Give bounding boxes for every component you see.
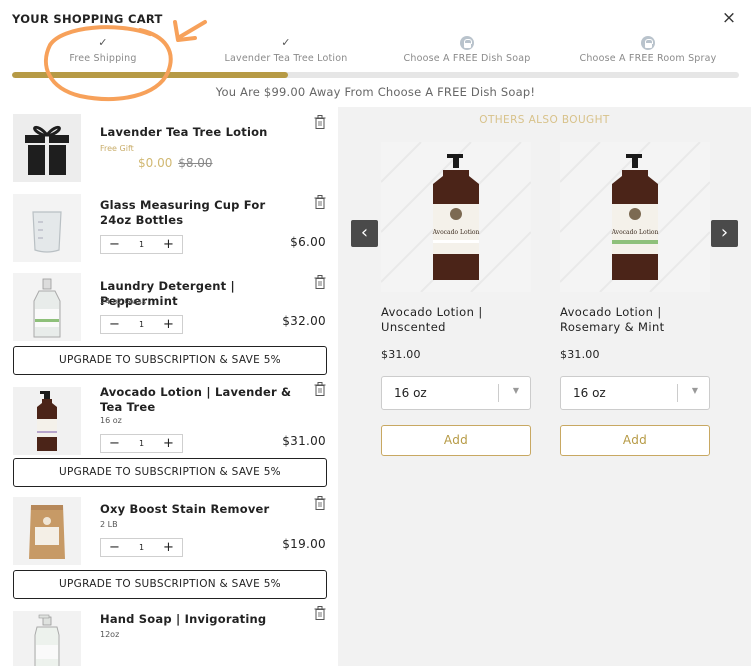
- carousel-next-button[interactable]: ›: [711, 220, 738, 247]
- quantity-stepper: − 1 +: [100, 434, 183, 453]
- quantity-stepper: − 1 +: [100, 235, 183, 254]
- check-icon: ✓: [98, 36, 108, 49]
- step-label: Choose A FREE Dish Soap: [403, 53, 531, 64]
- carousel-prev-button[interactable]: ‹: [351, 220, 378, 247]
- stain-remover-bag-image: [13, 497, 81, 565]
- decrement-button[interactable]: −: [101, 236, 128, 253]
- item-price: $32.00: [282, 314, 326, 328]
- step-label: Lavender Tea Tree Lotion: [224, 53, 348, 64]
- check-icon: ✓: [281, 36, 291, 49]
- item-name[interactable]: Glass Measuring Cup For 24oz Bottles: [100, 198, 300, 228]
- increment-button[interactable]: +: [155, 435, 182, 452]
- lock-icon: [641, 36, 655, 50]
- reward-progress-bar: [12, 72, 739, 78]
- step-label: Choose A FREE Room Spray: [579, 53, 717, 64]
- step-label: Free Shipping: [69, 53, 137, 64]
- product-image[interactable]: Avocado Lotion: [381, 142, 531, 292]
- product-name[interactable]: Avocado Lotion | Unscented: [381, 305, 531, 335]
- product-price: $31.00: [560, 348, 600, 361]
- step-free-shipping: ✓ Free Shipping: [48, 36, 158, 64]
- trash-icon[interactable]: [314, 195, 326, 209]
- item-name[interactable]: Oxy Boost Stain Remover: [100, 502, 300, 517]
- trash-icon[interactable]: [314, 115, 326, 129]
- item-price: $6.00: [290, 235, 326, 249]
- cart-item: Hand Soap | Invigorating 12oz: [0, 606, 338, 666]
- item-price: $31.00: [282, 434, 326, 448]
- lock-icon: [460, 36, 474, 50]
- item-subtitle: Free Gift: [100, 144, 134, 153]
- progress-fill: [12, 72, 289, 78]
- item-subtitle: 12oz: [100, 630, 120, 639]
- size-select[interactable]: 16 oz ▼: [381, 376, 531, 410]
- upgrade-subscription-button[interactable]: UPGRADE TO SUBSCRIPTION & SAVE 5%: [13, 570, 327, 599]
- lotion-bottle-image: [13, 387, 81, 455]
- cart-item: Glass Measuring Cup For 24oz Bottles − 1…: [0, 187, 338, 267]
- recommendations-panel: OTHERS ALSO BOUGHT ‹ › Avocado Lotion Av…: [338, 107, 751, 666]
- item-name[interactable]: Lavender Tea Tree Lotion: [100, 125, 300, 140]
- add-to-cart-button[interactable]: Add: [560, 425, 710, 456]
- trash-icon[interactable]: [314, 496, 326, 510]
- product-image[interactable]: Avocado Lotion: [560, 142, 710, 292]
- chevron-down-icon: ▼: [691, 386, 698, 395]
- quantity-value[interactable]: 1: [128, 543, 155, 552]
- add-to-cart-button[interactable]: Add: [381, 425, 531, 456]
- cart-title: YOUR SHOPPING CART: [12, 12, 163, 26]
- product-name[interactable]: Avocado Lotion | Rosemary & Mint: [560, 305, 710, 335]
- quantity-value[interactable]: 1: [128, 240, 155, 249]
- cart-items-list[interactable]: Lavender Tea Tree Lotion Free Gift $0.00…: [0, 107, 338, 666]
- increment-button[interactable]: +: [155, 236, 182, 253]
- reward-steps: ✓ Free Shipping ✓ Lavender Tea Tree Loti…: [0, 36, 751, 70]
- size-select[interactable]: 16 oz ▼: [560, 376, 710, 410]
- select-divider: [677, 384, 678, 402]
- chevron-down-icon: ▼: [512, 386, 519, 395]
- detergent-bottle-image: [13, 273, 81, 341]
- trash-icon[interactable]: [314, 606, 326, 620]
- product-card: Avocado Lotion Avocado Lotion | Unscente…: [381, 142, 531, 456]
- bottle-label-text: Avocado Lotion: [432, 229, 480, 236]
- decrement-button[interactable]: −: [101, 539, 128, 556]
- close-button[interactable]: ×: [721, 10, 737, 27]
- trash-icon[interactable]: [314, 275, 326, 289]
- increment-button[interactable]: +: [155, 539, 182, 556]
- quantity-stepper: − 1 +: [100, 315, 183, 334]
- cart-item: Laundry Detergent | Peppermint 24 oz Gla…: [0, 267, 338, 347]
- upgrade-subscription-button[interactable]: UPGRADE TO SUBSCRIPTION & SAVE 5%: [13, 346, 327, 375]
- decrement-button[interactable]: −: [101, 316, 128, 333]
- price-now: $0.00: [138, 156, 173, 170]
- cart-item: Avocado Lotion | Lavender & Tea Tree 16 …: [0, 380, 338, 470]
- step-room-spray: Choose A FREE Room Spray: [573, 36, 723, 64]
- product-price: $31.00: [381, 348, 421, 361]
- recommendations-title: OTHERS ALSO BOUGHT: [479, 114, 610, 126]
- step-dish-soap: Choose A FREE Dish Soap: [397, 36, 537, 64]
- item-subtitle: 2 LB: [100, 520, 118, 529]
- cart-item: Oxy Boost Stain Remover 2 LB − 1 + $19.0…: [0, 494, 338, 576]
- cart-item: Lavender Tea Tree Lotion Free Gift $0.00…: [0, 107, 338, 187]
- item-subtitle: 24 oz Glass: [100, 297, 147, 306]
- away-message: You Are $99.00 Away From Choose A FREE D…: [215, 85, 536, 99]
- gift-price: $0.00 $8.00: [138, 156, 213, 170]
- gift-box-image: [13, 114, 81, 182]
- increment-button[interactable]: +: [155, 316, 182, 333]
- bottle-label-text: Avocado Lotion: [611, 229, 659, 236]
- item-name[interactable]: Hand Soap | Invigorating: [100, 612, 300, 627]
- price-was: $8.00: [178, 156, 213, 170]
- size-select-value: 16 oz: [573, 386, 606, 400]
- decrement-button[interactable]: −: [101, 435, 128, 452]
- item-price: $19.00: [282, 537, 326, 551]
- item-name[interactable]: Avocado Lotion | Lavender & Tea Tree: [100, 385, 300, 415]
- cart-header: YOUR SHOPPING CART ×: [0, 0, 751, 40]
- quantity-stepper: − 1 +: [100, 538, 183, 557]
- step-lavender-lotion: ✓ Lavender Tea Tree Lotion: [216, 36, 356, 64]
- size-select-value: 16 oz: [394, 386, 427, 400]
- select-divider: [498, 384, 499, 402]
- hand-soap-bottle-image: [13, 611, 81, 666]
- product-card: Avocado Lotion Avocado Lotion | Rosemary…: [560, 142, 710, 456]
- upgrade-subscription-button[interactable]: UPGRADE TO SUBSCRIPTION & SAVE 5%: [13, 458, 327, 487]
- measuring-cup-image: [13, 194, 81, 262]
- quantity-value[interactable]: 1: [128, 439, 155, 448]
- trash-icon[interactable]: [314, 382, 326, 396]
- quantity-value[interactable]: 1: [128, 320, 155, 329]
- item-subtitle: 16 oz: [100, 416, 122, 425]
